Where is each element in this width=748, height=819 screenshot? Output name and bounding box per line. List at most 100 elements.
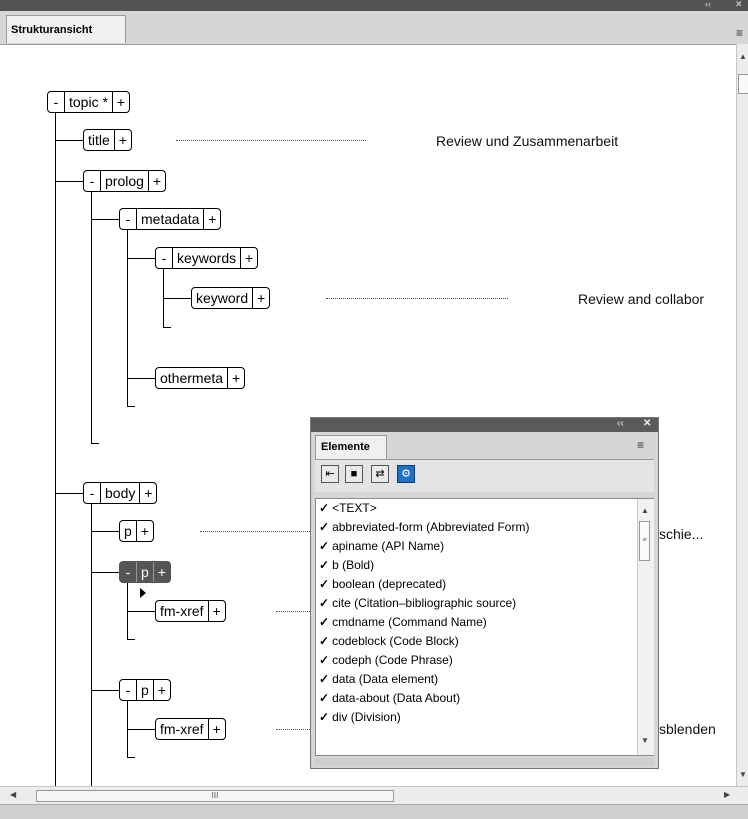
panel-toolbar: ⇤ ■ ⇄ ⚙ [315, 459, 654, 492]
node-label: fm-xref [160, 721, 204, 737]
check-icon: ✓ [319, 653, 330, 667]
list-scroll-down-icon[interactable]: ▼ [641, 736, 649, 745]
list-item[interactable]: ✓ div (Division) [316, 708, 653, 727]
add-child-button[interactable]: + [139, 483, 156, 503]
title-text-value: Review und Zusammenarbeit [436, 133, 619, 149]
add-child-button[interactable]: + [207, 719, 225, 739]
tree-node-othermeta[interactable]: othermeta + [155, 367, 246, 389]
tree-node-metadata[interactable]: - metadata + [119, 208, 222, 230]
tree-node-topic[interactable]: - topic * + [47, 91, 130, 113]
tree-node-keywords[interactable]: - keywords + [155, 247, 259, 269]
item-label: abbreviated-form (Abbreviated Form) [332, 520, 530, 534]
list-item[interactable]: ✓ abbreviated-form (Abbreviated Form) [316, 518, 653, 537]
panel-menu-icon[interactable]: ≡ [637, 438, 644, 452]
tab-strukturansicht[interactable]: Strukturansicht [6, 15, 126, 43]
panel-collapse-icon[interactable]: ‹‹ [617, 418, 624, 429]
list-item[interactable]: ✓ cite (Citation–bibliographic source) [316, 594, 653, 613]
collapse-toggle[interactable]: - [84, 483, 101, 503]
list-item[interactable]: ✓ b (Bold) [316, 556, 653, 575]
list-scroll-thumb[interactable]: ≡ [639, 521, 650, 561]
add-child-button[interactable]: + [147, 171, 165, 191]
node-label: othermeta [160, 370, 224, 386]
collapse-toggle[interactable]: - [120, 680, 137, 700]
scroll-left-arrow-icon[interactable]: ◀ [10, 790, 16, 799]
node-label: p [141, 682, 149, 698]
collapse-toggle[interactable]: - [120, 562, 137, 582]
list-item[interactable]: ✓ data-about (Data About) [316, 689, 653, 708]
item-label: div (Division) [332, 710, 401, 724]
check-icon: ✓ [319, 672, 330, 686]
scroll-down-arrow-icon[interactable]: ▼ [739, 770, 747, 779]
add-child-button[interactable]: + [152, 562, 170, 582]
list-item[interactable]: ✓ cmdname (Command Name) [316, 613, 653, 632]
horizontal-scroll-thumb[interactable]: III [36, 790, 394, 802]
wrap-element-icon[interactable]: ■ [345, 465, 363, 483]
add-child-button[interactable]: + [113, 130, 131, 150]
check-icon: ✓ [319, 691, 330, 705]
close-icon[interactable]: ✕ [735, 0, 743, 10]
check-icon: ✓ [319, 539, 330, 553]
add-child-button[interactable]: + [207, 601, 225, 621]
list-item[interactable]: ✓ codeblock (Code Block) [316, 632, 653, 651]
node-label: prolog [105, 173, 144, 189]
scroll-up-arrow-icon[interactable]: ▲ [739, 52, 747, 61]
list-item[interactable]: ✓ <TEXT> [316, 499, 653, 518]
collapse-toggle[interactable]: - [48, 92, 65, 112]
panel-resize-grip[interactable] [315, 758, 654, 766]
elements-panel: ‹‹ ✕ Elemente ≡ ⇤ ■ ⇄ ⚙ ✓ <TEXT> ✓ abbrevi… [310, 417, 659, 769]
vertical-scroll-thumb[interactable] [738, 74, 748, 94]
bottom-resize-bar[interactable] [0, 804, 748, 819]
collapse-toggle[interactable]: - [84, 171, 101, 191]
tab-elemente[interactable]: Elemente [315, 435, 387, 459]
list-item[interactable]: ✓ codeph (Code Phrase) [316, 651, 653, 670]
check-icon: ✓ [319, 634, 330, 648]
add-child-button[interactable]: + [227, 368, 244, 388]
check-icon: ✓ [319, 596, 330, 610]
tree-node-title[interactable]: title + [83, 129, 132, 151]
add-child-button[interactable]: + [111, 92, 129, 112]
tree-node-p[interactable]: - p + [119, 679, 171, 701]
fmxref-text-value: sblenden [659, 721, 716, 737]
panel-menu-icon[interactable]: ≡ [736, 26, 743, 40]
panel-title-bar[interactable]: ‹‹ ✕ [311, 418, 658, 432]
item-label: data (Data element) [332, 672, 439, 686]
vertical-scrollbar[interactable] [736, 44, 748, 786]
tree-node-body[interactable]: - body + [83, 482, 158, 504]
item-label: <TEXT> [332, 501, 377, 515]
collapse-toggle[interactable]: - [120, 209, 137, 229]
panel-close-icon[interactable]: ✕ [643, 418, 651, 429]
scroll-right-arrow-icon[interactable]: ▶ [724, 790, 730, 799]
item-label: apiname (API Name) [332, 539, 445, 553]
add-child-button[interactable]: + [203, 209, 220, 229]
tree-node-prolog[interactable]: - prolog + [83, 170, 166, 192]
tree-node-fm-xref[interactable]: fm-xref + [155, 718, 226, 740]
item-label: codeph (Code Phrase) [332, 653, 453, 667]
change-element-icon[interactable]: ⇄ [371, 465, 389, 483]
check-icon: ✓ [319, 577, 330, 591]
collapse-toggle[interactable]: - [156, 248, 173, 268]
elements-list: ✓ <TEXT> ✓ abbreviated-form (Abbreviated F… [315, 498, 654, 756]
p-text-value: schie... [659, 526, 704, 542]
add-child-button[interactable]: + [240, 248, 257, 268]
check-icon: ✓ [319, 615, 330, 629]
collapse-icon[interactable]: ‹‹ [705, 0, 711, 9]
tree-node-fm-xref[interactable]: fm-xref + [155, 600, 226, 622]
list-item[interactable]: ✓ boolean (deprecated) [316, 575, 653, 594]
insertion-caret-icon [140, 588, 146, 598]
list-scroll-up-icon[interactable]: ▲ [641, 506, 649, 515]
settings-gear-icon[interactable]: ⚙ [397, 465, 415, 483]
dotted-leader [276, 729, 310, 730]
add-child-button[interactable]: + [252, 288, 269, 308]
add-child-button[interactable]: + [152, 680, 170, 700]
add-child-button[interactable]: + [135, 521, 153, 541]
tree-node-keyword[interactable]: keyword + [191, 287, 271, 309]
node-label: metadata [141, 211, 200, 227]
list-item[interactable]: ✓ data (Data element) [316, 670, 653, 689]
item-label: codeblock (Code Block) [332, 634, 459, 648]
item-label: b (Bold) [332, 558, 375, 572]
tree-node-p-selected[interactable]: - p + [119, 561, 171, 583]
insert-element-icon[interactable]: ⇤ [321, 465, 339, 483]
tree-node-p[interactable]: p + [119, 520, 154, 542]
top-title-bar: ‹‹ ✕ [0, 0, 748, 11]
list-item[interactable]: ✓ apiname (API Name) [316, 537, 653, 556]
